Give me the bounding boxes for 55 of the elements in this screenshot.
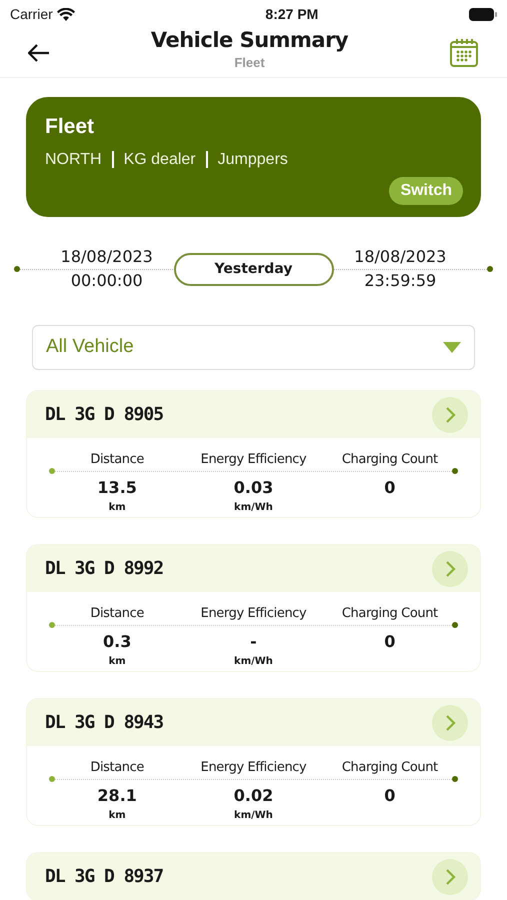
stat-unit: km/Wh	[234, 500, 273, 514]
dropdown-caret-icon	[443, 342, 461, 353]
vehicle-dropdown[interactable]: All Vehicle	[32, 325, 475, 370]
back-arrow-icon[interactable]	[28, 44, 50, 62]
stat-unit: km	[108, 654, 126, 668]
start-date: 18/08/2023	[60, 249, 153, 265]
vehicle-plate: DL 3G D 8943	[45, 711, 164, 735]
vehicle-card[interactable]: DL 3G D 8992 Distance 0.3 km Energy Efficiency - km/Wh Charging Count 0	[26, 544, 481, 672]
fleet-path-item: NORTH	[45, 150, 102, 170]
start-time: 00:00:00	[70, 273, 143, 289]
page-subtitle: Fleet	[234, 54, 265, 72]
carrier-label: Carrier	[10, 4, 53, 24]
page-title: Vehicle Summary	[150, 26, 348, 53]
stat-label: Energy Efficiency	[200, 759, 306, 777]
vehicle-plate: DL 3G D 8992	[45, 557, 164, 581]
stat-label: Charging Count	[342, 759, 438, 777]
stat-value: 13.5	[97, 480, 137, 496]
calendar-icon[interactable]	[449, 38, 479, 68]
date-preset-button[interactable]: Yesterday	[174, 252, 334, 286]
stat-unit: km	[108, 808, 126, 822]
chevron-right-icon[interactable]	[432, 704, 468, 740]
stat-value: 0.03	[234, 480, 274, 496]
fleet-title: Fleet	[45, 114, 96, 140]
stat-label: Distance	[90, 759, 144, 777]
stat-label: Distance	[90, 451, 144, 469]
stat-value: -	[250, 634, 257, 650]
stat-value: 0	[384, 480, 396, 496]
stat-value: 0	[384, 634, 396, 650]
end-date: 18/08/2023	[354, 249, 446, 265]
stat-value: 0.3	[102, 634, 132, 650]
stat-label: Charging Count	[342, 605, 438, 623]
stat-unit: km	[108, 500, 126, 514]
chevron-right-icon[interactable]	[432, 396, 468, 432]
chevron-right-icon[interactable]	[432, 858, 468, 894]
end-time: 23:59:59	[364, 273, 436, 289]
stat-label: Distance	[90, 605, 144, 623]
stat-unit: km/Wh	[234, 808, 273, 822]
stat-unit: km/Wh	[234, 654, 273, 668]
fleet-path-item: KG dealer	[124, 150, 196, 170]
fleet-path-item: Jumppers	[218, 150, 288, 170]
chevron-right-icon[interactable]	[432, 550, 468, 586]
vehicle-plate: DL 3G D 8905	[45, 403, 164, 427]
stat-label: Energy Efficiency	[200, 605, 306, 623]
clock: 8:27 PM	[265, 4, 318, 24]
vehicle-card[interactable]: DL 3G D 8943 Distance 28.1 km Energy Efficiency 0.02 km/Wh Charging Count 0	[26, 698, 481, 826]
vehicle-card[interactable]: DL 3G D 8905 Distance 13.5 km Energy Efficiency 0.03 km/Wh Charging Count 0	[26, 390, 481, 518]
stat-value: 28.1	[97, 788, 137, 804]
stat-label: Energy Efficiency	[200, 451, 306, 469]
vehicle-plate: DL 3G D 8937	[45, 865, 164, 889]
wifi-icon	[56, 8, 75, 20]
stat-value: 0	[384, 788, 396, 804]
battery-icon	[468, 8, 497, 20]
vehicle-card[interactable]: DL 3G D 8937	[26, 852, 481, 900]
stat-value: 0.02	[234, 788, 274, 804]
stat-label: Charging Count	[342, 451, 438, 469]
